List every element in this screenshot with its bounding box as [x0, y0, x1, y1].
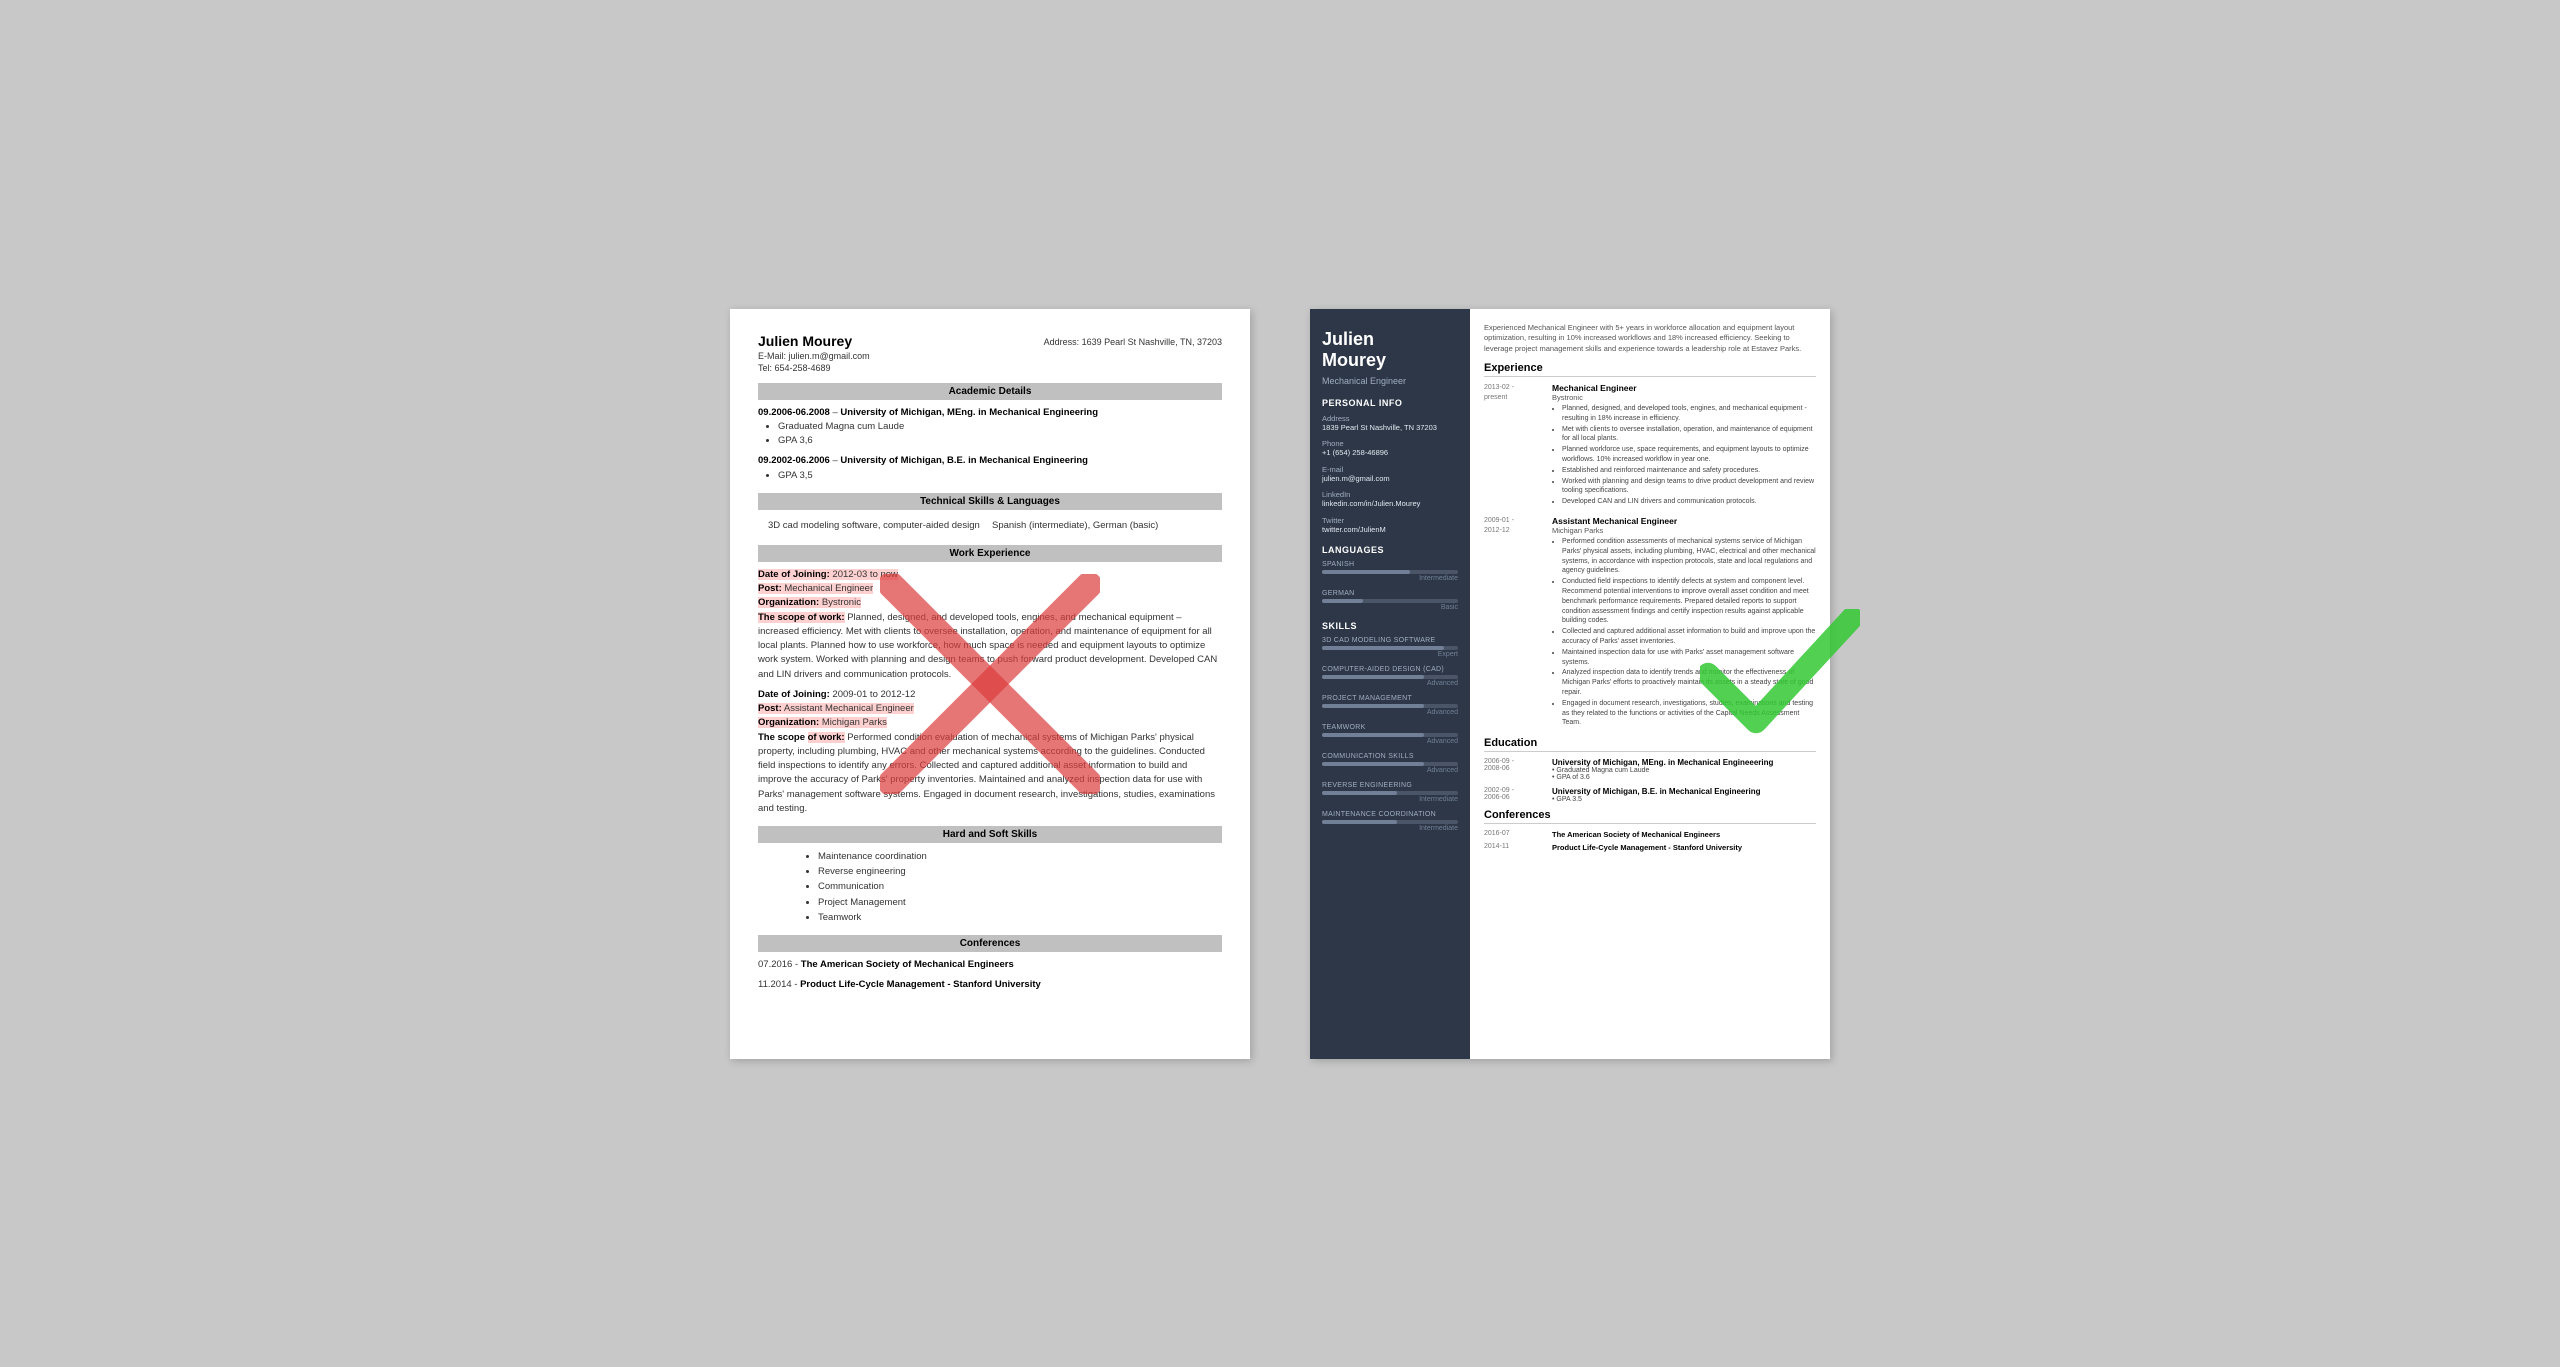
address-value: 1839 Pearl St Nashville, TN 37203	[1322, 423, 1458, 434]
conf-entry-2-right: 2014-11 Product Life-Cycle Management - …	[1484, 843, 1816, 852]
technical-section-bar: Technical Skills & Languages	[758, 493, 1222, 510]
address-label: Address	[1322, 414, 1458, 423]
exp-entry-1: 2013-02 - present Mechanical Engineer By…	[1484, 383, 1816, 508]
skill-item-4: Project Management	[818, 895, 1222, 910]
twitter-label: Twitter	[1322, 516, 1458, 525]
skill-teamwork: TEAMWORK Advanced	[1322, 724, 1458, 745]
left-phone: Tel: 654-258-4689	[758, 363, 1222, 373]
exp-bullets-1: Planned, designed, and developed tools, …	[1552, 404, 1816, 507]
languages-title: Languages	[1322, 545, 1458, 555]
skill-computer-aided: COMPUTER-AIDED DESIGN (CAD) Advanced	[1322, 666, 1458, 687]
work-entry-2: Date of Joining: 2009-01 to 2012-12 Post…	[758, 688, 1222, 816]
skill-cad: 3D CAD MODELING SOFTWARE Expert	[1322, 637, 1458, 658]
left-email: E-Mail: julien.m@gmail.com	[758, 351, 1222, 361]
education-title: Education	[1484, 737, 1816, 752]
email-label: E-mail	[1322, 465, 1458, 474]
conf-section-bar-left: Conferences	[758, 935, 1222, 952]
skill-item-2: Reverse engineering	[818, 864, 1222, 879]
resume-sidebar: JulienMourey Mechanical Engineer Persona…	[1310, 309, 1470, 1059]
work-entry-1: Date of Joining: 2012-03 to now Post: Me…	[758, 568, 1222, 682]
skill-item-5: Teamwork	[818, 910, 1222, 925]
experience-title: Experience	[1484, 362, 1816, 377]
skill-reverse: REVERSE ENGINEERING Intermediate	[1322, 782, 1458, 803]
conf-entry-1-left: 07.2016 - The American Society of Mechan…	[758, 958, 1222, 972]
skill-item-1: Maintenance coordination	[818, 849, 1222, 864]
skill-col1: 3D cad modeling software, computer-aided…	[768, 520, 988, 531]
left-resume: Julien Mourey E-Mail: julien.m@gmail.com…	[730, 309, 1250, 1059]
personal-info-title: Personal Info	[1322, 398, 1458, 408]
lang-spanish: SPANISH Intermediate	[1322, 561, 1458, 582]
phone-value: +1 (654) 258-46896	[1322, 448, 1458, 459]
skills-grid: 3D cad modeling software, computer-aided…	[758, 516, 1222, 535]
academic-section-bar: Academic Details	[758, 383, 1222, 400]
hard-soft-section-bar: Hard and Soft Skills	[758, 826, 1222, 843]
skill-item-3: Communication	[818, 879, 1222, 894]
linkedin-label: LinkedIn	[1322, 490, 1458, 499]
hard-soft-list: Maintenance coordination Reverse enginee…	[778, 849, 1222, 925]
email-value: julien.m@gmail.com	[1322, 474, 1458, 485]
linkedin-value: linkedin.com/in/Julien.Mourey	[1322, 499, 1458, 510]
right-title: Mechanical Engineer	[1322, 376, 1458, 386]
twitter-value: twitter.com/JulienM	[1322, 525, 1458, 536]
phone-label: Phone	[1322, 439, 1458, 448]
right-name: JulienMourey	[1322, 329, 1458, 372]
edu-entry-1: 2006-09 -2008-06 University of Michigan,…	[1484, 758, 1816, 781]
skill-pm: PROJECT MANAGEMENT Advanced	[1322, 695, 1458, 716]
left-header: Julien Mourey E-Mail: julien.m@gmail.com…	[758, 333, 1222, 373]
academic-entry-1: 09.2006-06.2008 – University of Michigan…	[758, 406, 1222, 449]
skill-maintenance: MAINTENANCE COORDINATION Intermediate	[1322, 811, 1458, 832]
conf-entry-2-left: 11.2014 - Product Life-Cycle Management …	[758, 978, 1222, 992]
skills-title: Skills	[1322, 621, 1458, 631]
exp-bullets-2: Performed condition assessments of mecha…	[1552, 537, 1816, 728]
skill-comm: COMMUNICATION SKILLS Advanced	[1322, 753, 1458, 774]
conf-entry-1-right: 2016-07 The American Society of Mechanic…	[1484, 830, 1816, 839]
skill-col2: Spanish (intermediate), German (basic)	[992, 520, 1212, 531]
work-section-bar: Work Experience	[758, 545, 1222, 562]
academic-entry-2: 09.2002-06.2006 – University of Michigan…	[758, 454, 1222, 483]
right-resume: JulienMourey Mechanical Engineer Persona…	[1310, 309, 1830, 1059]
summary: Experienced Mechanical Engineer with 5+ …	[1484, 323, 1816, 355]
edu-entry-2: 2002-09 -2006-06 University of Michigan,…	[1484, 787, 1816, 803]
lang-german: GERMAN Basic	[1322, 590, 1458, 611]
conf-section-title-right: Conferences	[1484, 809, 1816, 824]
exp-entry-2: 2009-01 - 2012-12 Assistant Mechanical E…	[1484, 516, 1816, 729]
main-content: Experienced Mechanical Engineer with 5+ …	[1470, 309, 1830, 1059]
left-address: Address: 1639 Pearl St Nashville, TN, 37…	[1044, 337, 1222, 347]
